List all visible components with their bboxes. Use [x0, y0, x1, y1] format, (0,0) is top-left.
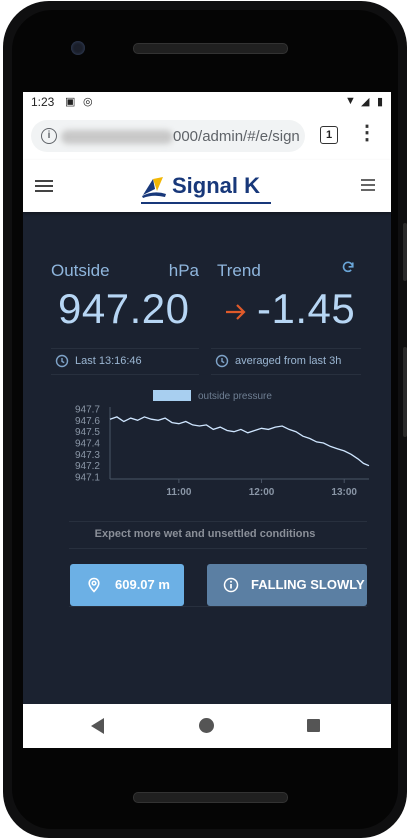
- y-tick-label: 947.5: [75, 427, 100, 438]
- signalk-logo: Signal K: [141, 172, 273, 204]
- browser-menu-icon[interactable]: ⋮: [357, 122, 377, 146]
- trend-window-text: averaged from last 3h: [235, 355, 342, 367]
- wifi-icon: ▼: [345, 95, 356, 107]
- outside-pressure-value: 947.20: [58, 285, 190, 332]
- forecast-text: Expect more wet and unsettled conditions: [94, 528, 316, 540]
- pressure-chart-svg: outside pressure947.7947.6947.5947.4947.…: [75, 390, 370, 498]
- last-update-text: Last 13:16:46: [75, 355, 142, 367]
- y-tick-label: 947.3: [75, 450, 100, 461]
- url-text[interactable]: 000/admin/#/e/signa: [173, 128, 299, 145]
- unit-label: hPa: [168, 261, 199, 280]
- refresh-icon[interactable]: [341, 260, 355, 274]
- sync-icon: ◎: [83, 96, 93, 108]
- pressure-series-line: [109, 416, 370, 467]
- outside-pressure-card: Outside hPa 947.20 Last 13:16:46: [51, 232, 199, 375]
- recents-icon[interactable]: [307, 719, 320, 732]
- divider: [69, 548, 367, 549]
- x-tick-label: 13:00: [331, 487, 357, 498]
- clock-icon: [55, 354, 69, 368]
- x-tick-label: 11:00: [166, 487, 191, 498]
- signal-icon: ◢: [361, 96, 370, 108]
- battery-icon: ▮: [377, 96, 384, 108]
- volume-button: [403, 347, 407, 437]
- trend-value: -1.45: [257, 285, 356, 332]
- bottom-speaker: [133, 792, 288, 803]
- logo-underline: [141, 202, 271, 204]
- signalk-logo-icon: [142, 177, 166, 198]
- location-pin-icon: [88, 577, 100, 593]
- divider: [69, 606, 367, 607]
- tab-switcher-button[interactable]: 1: [320, 126, 338, 144]
- status-bar: 1:23 ▣ ◎ ▼ ◢ ▮: [23, 92, 391, 112]
- pressure-panel: Outside hPa 947.20 Last 13:16:46 Trend -…: [35, 232, 375, 702]
- y-tick-label: 947.1: [75, 473, 100, 484]
- x-tick-label: 12:00: [249, 487, 275, 498]
- y-tick-label: 947.2: [75, 461, 100, 472]
- last-update-row: Last 13:16:46: [51, 348, 199, 375]
- power-button: [403, 223, 407, 281]
- outside-label: Outside: [51, 261, 110, 280]
- y-tick-label: 947.7: [75, 405, 100, 416]
- status-time: 1:23: [31, 95, 55, 109]
- address-bar[interactable]: i 000/admin/#/e/signa: [31, 120, 305, 152]
- download-icon: ▣: [65, 96, 76, 108]
- divider: [69, 521, 367, 522]
- home-icon[interactable]: [199, 718, 214, 733]
- altitude-button[interactable]: 609.07 m: [70, 564, 184, 606]
- site-info-icon[interactable]: i: [41, 128, 57, 144]
- legend-swatch: [153, 390, 191, 401]
- android-nav-bar: [23, 704, 391, 748]
- trend-label: Trend: [217, 261, 261, 280]
- back-icon[interactable]: [91, 718, 104, 734]
- earpiece-speaker: [133, 43, 288, 54]
- brand-name: Signal K: [172, 173, 261, 198]
- pressure-chart: outside pressure 947.7 947.6 947.5 947.4 947.…: [35, 387, 375, 517]
- legend-label: outside pressure: [198, 391, 272, 402]
- info-icon: [223, 577, 239, 593]
- clock-icon: [215, 354, 229, 368]
- arrow-right-icon: [226, 304, 246, 320]
- altitude-value: 609.07 m: [115, 577, 170, 592]
- options-menu-icon[interactable]: [361, 179, 375, 191]
- y-tick-label: 947.6: [75, 416, 100, 427]
- app-header: Signal K: [23, 160, 391, 212]
- screen: 1:23 ▣ ◎ ▼ ◢ ▮ i 000/admin/#/e/signa 1 ⋮…: [23, 92, 391, 748]
- front-camera: [71, 41, 85, 55]
- pressure-status-button[interactable]: FALLING SLOWLY: [207, 564, 367, 606]
- y-tick-label: 947.4: [75, 439, 100, 450]
- trend-window-row: averaged from last 3h: [211, 348, 361, 375]
- trend-card: Trend -1.45 averaged from last 3h: [211, 232, 361, 375]
- redacted-host: [61, 130, 173, 144]
- pressure-status-label: FALLING SLOWLY: [251, 577, 365, 592]
- browser-toolbar: i 000/admin/#/e/signa 1 ⋮: [23, 112, 391, 160]
- hamburger-menu-icon[interactable]: [35, 180, 53, 192]
